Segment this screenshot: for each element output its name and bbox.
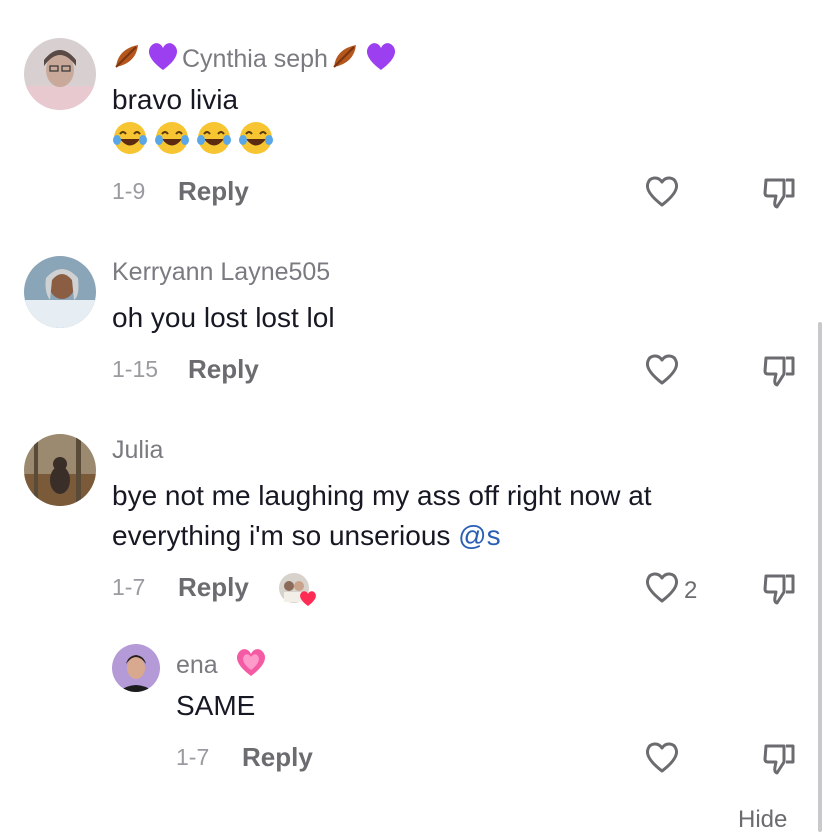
heart-outline-icon — [644, 740, 680, 781]
leaf-icon — [112, 41, 144, 78]
comment-meta: 1-7 Reply — [112, 572, 249, 603]
thumbs-down-icon — [762, 744, 796, 780]
comment-date: 1-15 — [112, 356, 159, 382]
scrollbar[interactable] — [818, 322, 822, 832]
dislike-button[interactable] — [762, 572, 796, 611]
sparkling-heart-icon — [234, 646, 268, 685]
heart-outline-icon — [644, 352, 680, 393]
reply-username[interactable]: ena — [176, 646, 268, 685]
comment-username[interactable]: Julia — [112, 436, 163, 465]
comment-text: bye not me laughing my ass off right now… — [112, 476, 772, 556]
reply-meta: 1-7 Reply — [176, 742, 313, 773]
heart-outline-icon — [644, 174, 680, 215]
hide-replies-button[interactable]: Hide — [738, 806, 787, 834]
comment-date: 1-7 — [112, 574, 146, 600]
comment-username[interactable]: Cynthia seph — [112, 40, 398, 79]
dislike-button[interactable] — [762, 354, 796, 393]
like-button[interactable]: 2 — [644, 570, 697, 611]
heart-outline-icon — [644, 570, 680, 611]
avatar[interactable] — [112, 644, 160, 692]
purple-heart-icon — [364, 40, 398, 79]
laughing-tears-emoji-icon — [154, 120, 190, 161]
dislike-button[interactable] — [762, 176, 796, 215]
comment-meta: 1-9 Reply — [112, 176, 249, 207]
reply-button[interactable]: Reply — [188, 354, 259, 385]
reply-button[interactable]: Reply — [242, 742, 313, 773]
purple-heart-icon — [146, 40, 180, 79]
avatar[interactable] — [24, 434, 96, 506]
comment-text-line: bye not me laughing my ass off right now… — [112, 480, 652, 511]
laughing-tears-emoji-icon — [196, 120, 232, 161]
comment-text-line: everything i'm so unserious @s — [112, 516, 772, 556]
like-button[interactable] — [644, 174, 680, 215]
reply-button[interactable]: Reply — [178, 176, 249, 207]
avatar[interactable] — [24, 256, 96, 328]
emoji-row — [112, 120, 274, 161]
laughing-tears-emoji-icon — [238, 120, 274, 161]
leaf-icon — [330, 41, 362, 78]
like-button[interactable] — [644, 352, 680, 393]
creator-liked-badge — [278, 572, 318, 608]
comment-text: bravo livia — [112, 84, 239, 115]
thumbs-down-icon — [762, 356, 796, 392]
thumbs-down-icon — [762, 178, 796, 214]
like-count: 2 — [684, 576, 698, 604]
comment-text-span: everything i'm so unserious — [112, 520, 459, 551]
mention-link[interactable]: @s — [458, 520, 500, 551]
like-button[interactable] — [644, 740, 680, 781]
reply-button[interactable]: Reply — [178, 572, 249, 603]
comment-meta: 1-15 Reply — [112, 354, 259, 385]
comment-date: 1-9 — [112, 178, 146, 204]
comment-username[interactable]: Kerryann Layne505 — [112, 258, 330, 287]
avatar[interactable] — [24, 38, 96, 110]
dislike-button[interactable] — [762, 742, 796, 781]
thumbs-down-icon — [762, 574, 796, 610]
laughing-tears-emoji-icon — [112, 120, 148, 161]
comment-text: oh you lost lost lol — [112, 302, 335, 333]
reply-text: SAME — [176, 690, 256, 721]
reply-date: 1-7 — [176, 744, 210, 770]
